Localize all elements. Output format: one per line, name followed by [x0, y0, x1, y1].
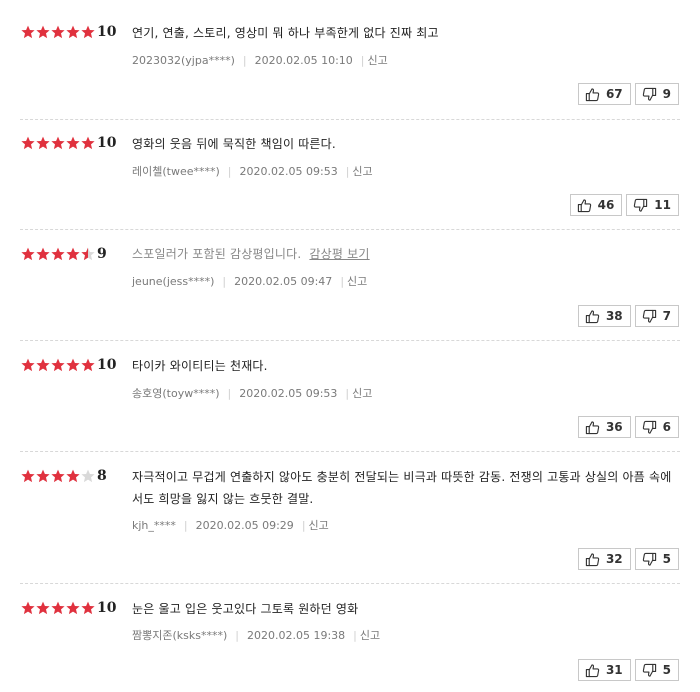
review-item: 10 눈은 울고 입은 웃고있다 그토록 원하던 영화짬뽕지존(ksks****)…: [0, 0, 700, 692]
thumb-up-icon: [585, 663, 606, 678]
like-button[interactable]: 31: [577, 659, 631, 681]
star-icon: [21, 601, 35, 615]
star-rating: [21, 600, 96, 616]
report-link[interactable]: 신고: [360, 629, 380, 642]
like-count: 31: [605, 663, 623, 677]
review-datetime: 2020.02.05 19:38: [246, 629, 346, 642]
dislike-count: 5: [662, 663, 671, 677]
review-author[interactable]: 짬뽕지존(ksks****): [132, 629, 227, 642]
review-list: 10 연기, 연출, 스토리, 영상미 뭐 하나 부족한게 없다 진짜 최고 202…: [0, 0, 700, 692]
review-score: 10: [97, 600, 117, 616]
review-text: 눈은 울고 입은 웃고있다 그토록 원하던 영화: [132, 598, 677, 620]
meta-divider: |: [353, 629, 357, 642]
star-icon: [81, 601, 95, 615]
review-body: 눈은 울고 입은 웃고있다 그토록 원하던 영화: [132, 602, 359, 616]
review-meta: 짬뽕지존(ksks****) | 2020.02.05 19:38 | 신고: [132, 629, 380, 643]
dislike-button[interactable]: 5: [634, 659, 679, 681]
meta-divider: |: [235, 629, 239, 642]
vote-buttons: 31 5: [577, 659, 679, 681]
thumb-down-icon: [642, 663, 663, 678]
star-icon: [51, 601, 65, 615]
star-icon: [66, 601, 80, 615]
star-icon: [36, 601, 50, 615]
